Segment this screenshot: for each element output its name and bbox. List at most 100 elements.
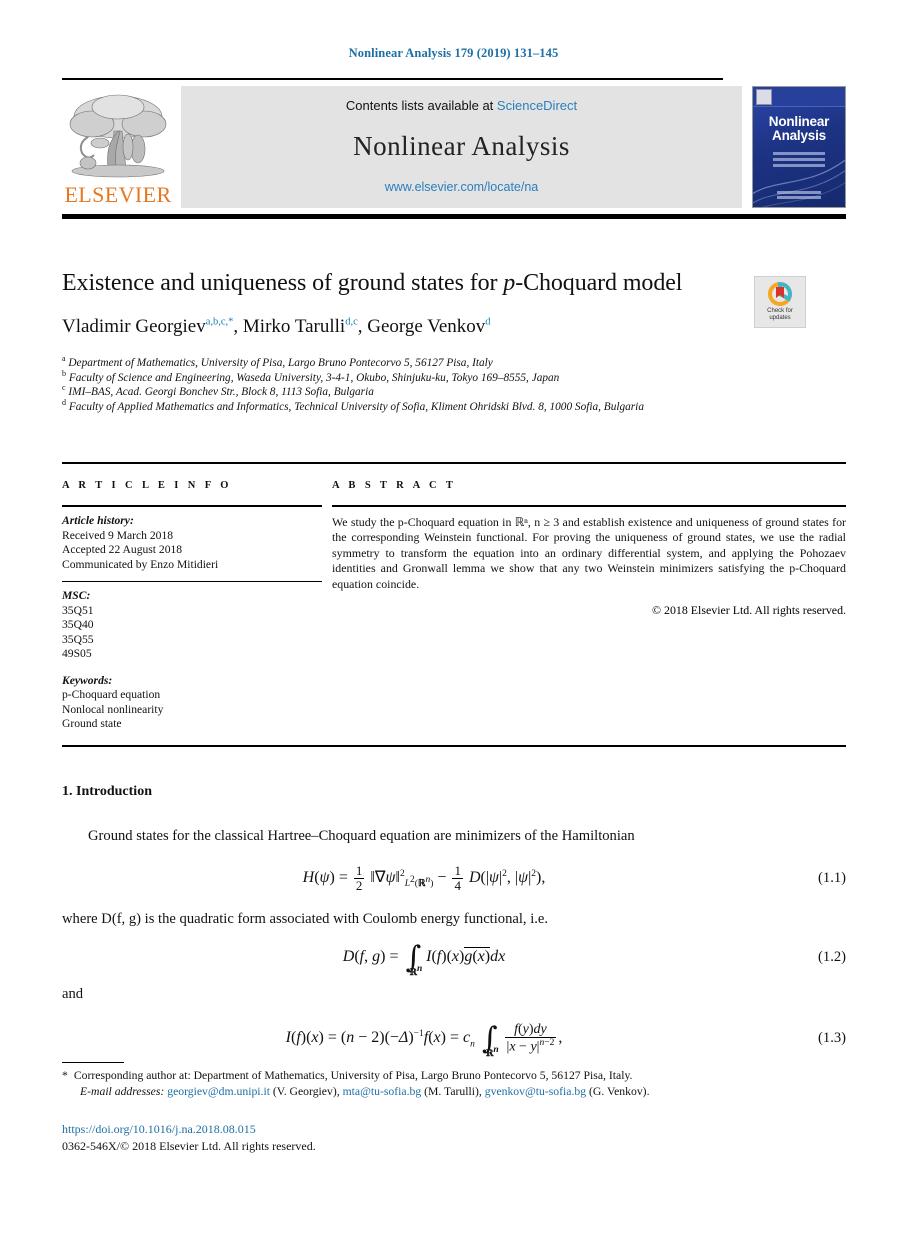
author-marks[interactable]: a,b,c,*	[206, 317, 234, 328]
equation-1-3: I(f)(x) = (n − 2)(−Δ)−1f(x) = cn ∫ ℝn f(y…	[285, 1021, 563, 1059]
author-item: Mirko Tarullid,c	[243, 316, 358, 337]
abstract-column: A B S T R A C T We study the p-Choquard …	[332, 480, 846, 732]
contents-prefix: Contents lists available at	[345, 98, 494, 113]
title-part-2: -Choquard model	[515, 270, 683, 296]
equation-1-2-row: D(f, g) = ∫ ℝn I(f)(x)g(x)dx (1.2)	[62, 940, 846, 978]
author-item: George Venkovd	[367, 316, 490, 337]
affiliation-item: a Department of Mathematics, University …	[62, 355, 846, 371]
msc-item: 35Q40	[62, 618, 94, 631]
affiliation-text: Department of Mathematics, University of…	[68, 357, 493, 369]
cover-topbar	[753, 87, 845, 107]
corresponding-author-text: Corresponding author at: Department of M…	[73, 1069, 633, 1082]
history-item: Received 9 March 2018	[62, 528, 174, 542]
msc-block: MSC: 35Q51 35Q40 35Q55 49S05	[62, 582, 322, 662]
cover-badge-icon	[756, 88, 772, 105]
body-paragraph-3: and	[62, 986, 84, 1003]
header-top-rule	[62, 78, 723, 80]
article-body: 1. Introduction Ground states for the cl…	[62, 784, 846, 1071]
footnote-rule	[62, 1062, 124, 1063]
crossmark-line1: Check for	[767, 308, 793, 314]
equation-1-1-row: H(ψ) = 12 ‖∇ψ‖2L2(ℝn) − 14 D(|ψ|2, |ψ|2)…	[62, 863, 846, 894]
keyword-item: Nonlocal nonlinearity	[62, 702, 164, 716]
equation-1-3-row: I(f)(x) = (n − 2)(−Δ)−1f(x) = cn ∫ ℝn f(y…	[62, 1021, 846, 1059]
email-link-georgiev[interactable]: georgiev@dm.unipi.it	[167, 1085, 270, 1098]
affiliation-mark: c	[62, 383, 66, 393]
issn-copyright-line: 0362-546X/© 2018 Elsevier Ltd. All right…	[62, 1139, 316, 1153]
msc-item: 35Q55	[62, 632, 94, 646]
footnote-star-mark: *	[62, 1069, 68, 1082]
elsevier-wordmark: ELSEVIER	[64, 182, 172, 207]
email-note: E-mail addresses: georgiev@dm.unipi.it (…	[80, 1085, 650, 1098]
author-name: Mirko Tarulli	[242, 316, 346, 337]
article-info-column: A R T I C L E I N F O Article history: R…	[62, 480, 322, 732]
affiliation-item: c IMI–BAS, Acad. Georgi Bonchev Str., Bl…	[62, 383, 846, 400]
header-bottom-rule	[62, 214, 846, 219]
crossmark-icon	[768, 282, 792, 306]
affiliation-text: Faculty of Applied Mathematics and Infor…	[68, 400, 644, 413]
body-paragraph-2: where D(f, g) is the quadratic form asso…	[62, 911, 549, 928]
equation-1-1: H(ψ) = 12 ‖∇ψ‖2L2(ℝn) − 14 D(|ψ|2, |ψ|2)…	[302, 863, 546, 894]
equation-1-2-number: (1.2)	[818, 949, 846, 966]
keywords-heading: Keywords:	[62, 673, 113, 687]
email-person-venkov: (G. Venkov).	[589, 1085, 650, 1098]
elsevier-tree-icon	[69, 94, 167, 178]
abstract-text: We study the p-Choquard equation in ℝⁿ, …	[332, 515, 846, 591]
body-paragraph-1: Ground states for the classical Hartree–…	[88, 828, 635, 844]
journal-title: Nonlinear Analysis	[353, 131, 570, 161]
affiliation-text: Faculty of Science and Engineering, Wase…	[68, 371, 560, 384]
journal-banner: Contents lists available at ScienceDirec…	[181, 86, 742, 208]
author-marks[interactable]: d	[485, 317, 490, 328]
contents-line: Contents lists available at ScienceDirec…	[346, 98, 577, 113]
journal-url[interactable]: www.elsevier.com/locate/na	[385, 180, 539, 194]
article-info-label: A R T I C L E I N F O	[62, 480, 232, 491]
affiliation-text: IMI–BAS, Acad. Georgi Bonchev Str., Bloc…	[68, 386, 374, 399]
corresponding-author-note: * Corresponding author at: Department of …	[62, 1068, 846, 1084]
keywords-block: Keywords: p-Choquard equation Nonlocal n…	[62, 662, 322, 732]
affiliation-item: b Faculty of Science and Engineering, Wa…	[62, 368, 846, 386]
email-person-georgiev: (V. Georgiev)	[272, 1085, 337, 1098]
history-item: Communicated by Enzo Mitidieri	[62, 557, 219, 571]
crossmark-label: Check for updates	[767, 308, 793, 322]
equation-1-3-number: (1.3)	[818, 1030, 846, 1046]
crossmark-badge[interactable]: Check for updates	[754, 276, 806, 328]
email-link-tarulli[interactable]: mta@tu-sofia.bg	[343, 1085, 422, 1098]
history-item: Accepted 22 August 2018	[62, 543, 183, 556]
title-block: Existence and uniqueness of ground state…	[62, 268, 846, 338]
email-link-venkov[interactable]: gvenkov@tu-sofia.bg	[485, 1085, 586, 1098]
author-name: Vladimir Georgiev	[62, 316, 206, 337]
running-head: Nonlinear Analysis 179 (2019) 131–145	[348, 46, 559, 60]
author-marks[interactable]: d,c	[345, 317, 358, 328]
cover-title-line1: Nonlinear	[768, 114, 830, 129]
cover-footer-mark	[753, 189, 845, 201]
crossmark-line2: updates	[769, 315, 791, 321]
author-name: George Venkov	[367, 316, 486, 337]
affiliation-mark: b	[62, 368, 66, 378]
doi-link[interactable]: https://doi.org/10.1016/j.na.2018.08.015	[62, 1122, 256, 1137]
keyword-item: p-Choquard equation	[62, 688, 161, 701]
title-italic-p: p	[503, 270, 516, 296]
title-part-1: Existence and uniqueness of ground state…	[62, 270, 504, 296]
section-heading-introduction: 1. Introduction	[62, 784, 152, 799]
article-history-heading: Article history:	[62, 514, 134, 527]
paper-page: Nonlinear Analysis 179 (2019) 131–145 EL…	[0, 0, 907, 1238]
abstract-label: A B S T R A C T	[332, 480, 457, 491]
email-label: E-mail addresses:	[80, 1085, 165, 1098]
msc-heading: MSC:	[62, 589, 91, 602]
info-abstract-columns: A R T I C L E I N F O Article history: R…	[62, 480, 846, 732]
elsevier-logo: ELSEVIER	[62, 86, 174, 208]
author-list: Vladimir Georgieva,b,c,*, Mirko Tarullid…	[62, 316, 491, 337]
abstract-copyright: © 2018 Elsevier Ltd. All rights reserved…	[652, 603, 846, 618]
article-history-block: Article history: Received 9 March 2018 A…	[62, 507, 322, 572]
email-person-tarulli: (M. Tarulli)	[424, 1085, 479, 1098]
affiliation-list: a Department of Mathematics, University …	[62, 355, 846, 414]
equation-1-2: D(f, g) = ∫ ℝn I(f)(x)g(x)dx	[342, 940, 506, 978]
sciencedirect-link[interactable]: ScienceDirect	[497, 98, 577, 113]
affiliation-rule	[62, 462, 846, 464]
author-item: Vladimir Georgieva,b,c,*	[62, 316, 233, 337]
keyword-item: Ground state	[62, 717, 122, 730]
page-title: Existence and uniqueness of ground state…	[62, 268, 712, 298]
equation-1-1-number: (1.1)	[818, 870, 846, 887]
journal-header: ELSEVIER Contents lists available at Sci…	[62, 78, 846, 219]
msc-item: 35Q51	[62, 603, 94, 617]
footnote-block: * Corresponding author at: Department of …	[62, 1068, 846, 1100]
